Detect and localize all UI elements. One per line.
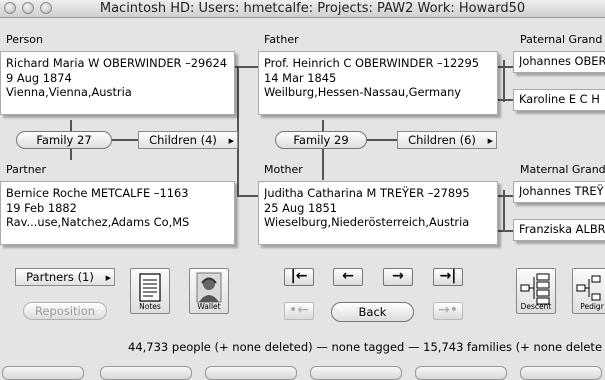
maternal-grandmother-name: Franziska ALBR xyxy=(519,222,605,236)
status-text: 44,733 people (+ none deleted) — none ta… xyxy=(128,340,603,354)
connector-vertical-maternal xyxy=(503,190,505,232)
back-button[interactable]: Back xyxy=(331,302,414,322)
connector-family29-mother xyxy=(322,120,324,180)
nav-previous-button[interactable]: ← xyxy=(333,268,363,286)
wallet-caption: Wallet xyxy=(197,302,221,311)
partners-label: Partners (1) xyxy=(26,270,94,284)
bottom-tab[interactable] xyxy=(205,366,297,380)
window-titlebar: Macintosh HD: Users: hmetcalfe: Projects… xyxy=(0,0,605,18)
bottom-tab[interactable] xyxy=(520,366,602,380)
person-card[interactable]: Richard Maria W OBERWINDER –29624 9 Aug … xyxy=(0,51,235,115)
mother-card[interactable]: Juditha Catharina M TREŸER –27895 25 Aug… xyxy=(258,181,498,245)
connector-family29-children xyxy=(365,139,399,141)
history-forward-button[interactable]: →• xyxy=(433,302,463,320)
pedigree-button[interactable]: Pedigr xyxy=(572,268,605,314)
father-birth-date: 14 Mar 1845 xyxy=(264,70,337,85)
history-back-button[interactable]: •← xyxy=(284,302,314,320)
paternal-grandmother-name: Karoline E C H xyxy=(519,92,600,106)
paternal-grandparents-label: Paternal Grand xyxy=(520,33,603,46)
portrait-photo-icon xyxy=(196,272,222,303)
mother-name: Juditha Catharina M TREŸER –27895 xyxy=(264,186,470,200)
dropdown-arrow-icon: ▶ xyxy=(105,274,111,282)
connector-father-pgm xyxy=(497,99,513,101)
notes-button[interactable]: Notes xyxy=(130,268,170,314)
maternal-grandfather-name: Johannes TREŸ xyxy=(519,184,604,198)
pedigree-chart-icon xyxy=(576,275,601,301)
children-4-label: Children (4) xyxy=(149,133,217,147)
partner-name: Bernice Roche METCALFE –1163 xyxy=(6,186,189,200)
paternal-grandfather-name: Johannes OBER xyxy=(519,54,605,68)
dropdown-arrow-icon: ▶ xyxy=(487,137,493,145)
paternal-grandfather-card[interactable]: Johannes OBER xyxy=(513,51,605,73)
children-6-dropdown[interactable]: Children (6) ▶ xyxy=(397,131,497,149)
maternal-grandfather-card[interactable]: Johannes TREŸ xyxy=(513,181,605,203)
bottom-tab[interactable] xyxy=(100,366,192,380)
notes-caption: Notes xyxy=(139,302,161,311)
mother-birth-place: Wieselburg,Niederösterreich,Austria xyxy=(264,215,470,229)
partner-birth-place: Rav...use,Natchez,Adams Co,MS xyxy=(6,215,190,229)
father-card[interactable]: Prof. Heinrich C OBERWINDER –12295 14 Ma… xyxy=(258,51,498,115)
connector-mother-mgm xyxy=(497,230,513,232)
father-birth-place: Weilburg,Hessen-Nassau,Germany xyxy=(264,85,462,99)
person-label: Person xyxy=(6,33,43,46)
bottom-tab[interactable] xyxy=(415,366,507,380)
partner-label: Partner xyxy=(6,163,46,176)
partner-card[interactable]: Bernice Roche METCALFE –1163 19 Feb 1882… xyxy=(0,181,235,245)
person-birth-place: Vienna,Vienna,Austria xyxy=(6,85,132,99)
wallet-button[interactable]: Wallet xyxy=(189,268,229,314)
children-6-label: Children (6) xyxy=(408,133,476,147)
pedigree-caption: Pedigr xyxy=(580,302,604,311)
maternal-grandparents-label: Maternal Grand xyxy=(520,163,605,176)
nav-first-button[interactable]: |← xyxy=(284,268,314,286)
bottom-toolbar xyxy=(0,366,605,380)
nav-last-button[interactable]: →| xyxy=(433,268,463,286)
partners-dropdown[interactable]: Partners (1) ▶ xyxy=(15,268,115,286)
family-27-button[interactable]: Family 27 xyxy=(16,131,112,149)
person-name: Richard Maria W OBERWINDER –29624 xyxy=(6,56,228,70)
descent-chart-icon xyxy=(520,273,550,305)
father-label: Father xyxy=(264,33,299,46)
connector-family27-children xyxy=(110,139,140,141)
connector-mother-mgf xyxy=(497,195,513,197)
dropdown-arrow-icon: ▶ xyxy=(228,137,234,145)
paternal-grandmother-card[interactable]: Karoline E C H xyxy=(513,89,605,111)
notes-icon xyxy=(139,273,161,302)
descent-button[interactable]: Descent xyxy=(516,268,556,314)
family-29-button[interactable]: Family 29 xyxy=(275,131,367,149)
children-4-dropdown[interactable]: Children (4) ▶ xyxy=(138,131,238,149)
partner-birth-date: 19 Feb 1882 xyxy=(6,200,77,215)
mother-label: Mother xyxy=(264,163,303,176)
bottom-tab[interactable] xyxy=(2,366,84,380)
connector-father-pgf xyxy=(497,66,513,68)
reposition-button[interactable]: Reposition xyxy=(23,302,107,320)
connector-vertical-paternal xyxy=(503,60,505,102)
father-name: Prof. Heinrich C OBERWINDER –12295 xyxy=(264,56,479,70)
mother-birth-date: 25 Aug 1851 xyxy=(264,200,337,215)
descent-caption: Descent xyxy=(520,302,552,311)
bottom-tab[interactable] xyxy=(310,366,402,380)
window-title: Macintosh HD: Users: hmetcalfe: Projects… xyxy=(99,1,526,16)
person-birth-date: 9 Aug 1874 xyxy=(6,70,72,85)
nav-next-button[interactable]: → xyxy=(383,268,413,286)
maternal-grandmother-card[interactable]: Franziska ALBR xyxy=(513,219,605,241)
